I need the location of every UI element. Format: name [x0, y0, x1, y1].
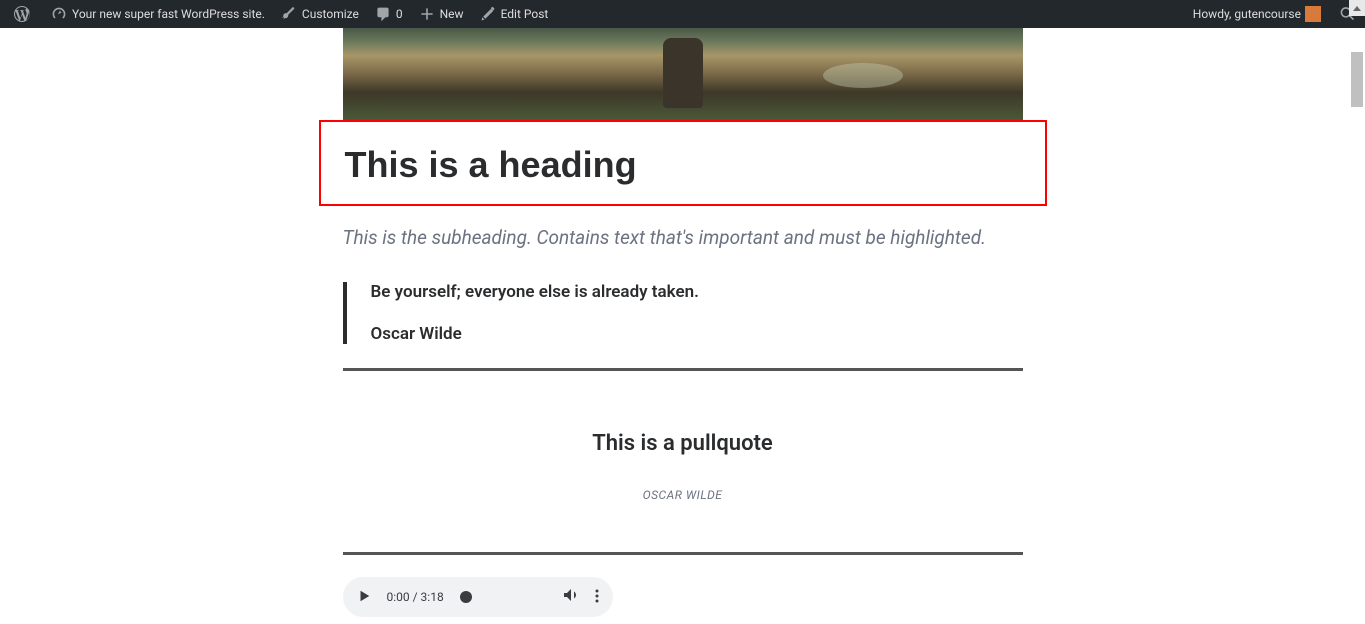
plus-icon	[419, 6, 435, 22]
comment-icon	[375, 6, 391, 22]
admin-bar-left: Your new super fast WordPress site. Cust…	[6, 0, 556, 28]
avatar	[1305, 6, 1321, 22]
greeting-text: Howdy, gutencourse	[1193, 7, 1301, 21]
brush-icon	[281, 6, 297, 22]
user-menu[interactable]: Howdy, gutencourse	[1185, 0, 1329, 28]
menu-dots-icon[interactable]	[595, 588, 599, 607]
scrollbar-thumb[interactable]	[1351, 52, 1363, 107]
wordpress-icon	[14, 6, 30, 22]
dashboard-icon	[51, 6, 67, 22]
pullquote-text: This is a pullquote	[367, 431, 999, 456]
site-title: Your new super fast WordPress site.	[72, 7, 265, 21]
wordpress-menu[interactable]	[6, 0, 43, 28]
subheading-text: This is the subheading. Contains text th…	[343, 222, 1023, 254]
audio-player[interactable]: 0:00 / 3:18	[343, 577, 613, 617]
edit-post-label: Edit Post	[501, 7, 549, 21]
pullquote: This is a pullquote OSCAR WILDE	[343, 368, 1023, 555]
page-heading: This is a heading	[345, 144, 1021, 186]
hero-image	[343, 28, 1023, 120]
content-area: This is a heading This is the subheading…	[0, 28, 1365, 624]
volume-icon[interactable]	[563, 587, 579, 607]
edit-post-link[interactable]: Edit Post	[472, 0, 557, 28]
heading-highlight-annotation: This is a heading	[319, 120, 1047, 206]
scroll-up-arrow[interactable]	[1349, 0, 1365, 16]
admin-bar-right: Howdy, gutencourse	[1185, 0, 1359, 28]
site-menu[interactable]: Your new super fast WordPress site.	[43, 0, 273, 28]
comment-count: 0	[396, 7, 403, 21]
audio-progress-thumb[interactable]	[460, 591, 472, 603]
pencil-icon	[480, 6, 496, 22]
blockquote: Be yourself; everyone else is already ta…	[343, 282, 1023, 344]
content-wrapper: This is a heading This is the subheading…	[343, 28, 1023, 617]
customize-label: Customize	[302, 7, 359, 21]
customize-link[interactable]: Customize	[273, 0, 367, 28]
new-link[interactable]: New	[411, 0, 472, 28]
new-label: New	[440, 7, 464, 21]
comments-link[interactable]: 0	[367, 0, 411, 28]
pullquote-author: OSCAR WILDE	[367, 488, 999, 502]
audio-time: 0:00 / 3:18	[387, 590, 444, 604]
admin-bar: Your new super fast WordPress site. Cust…	[0, 0, 1365, 28]
play-icon[interactable]	[357, 588, 371, 607]
blockquote-author: Oscar Wilde	[371, 324, 1023, 344]
blockquote-text: Be yourself; everyone else is already ta…	[371, 282, 1023, 302]
